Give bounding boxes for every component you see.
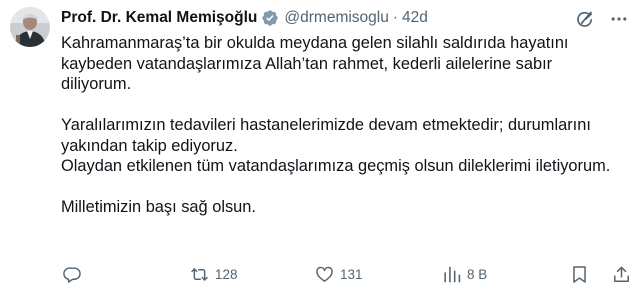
avatar-image (10, 7, 50, 47)
views-chart-icon (444, 266, 461, 282)
tweet-paragraph: Yaralılarımızın tedavileri hastanelerimi… (61, 116, 591, 155)
grok-icon[interactable] (574, 8, 596, 30)
tweet-paragraph: Milletimizin başı sağ olsun. (61, 198, 256, 216)
retweet-button[interactable]: 128 (190, 265, 238, 284)
tweet-header: Prof. Dr. Kemal Memişoğlu @drmemisoglu ·… (61, 7, 630, 29)
views-count: 8 B (467, 266, 488, 282)
retweet-count: 128 (215, 266, 238, 282)
more-horizontal-icon[interactable] (608, 8, 630, 30)
reply-icon (63, 266, 81, 283)
retweet-icon (191, 267, 208, 281)
author-handle[interactable]: @drmemisoglu (284, 9, 388, 27)
reply-button[interactable] (63, 265, 82, 284)
views-button[interactable]: 8 B (442, 265, 487, 284)
header-actions (574, 8, 630, 30)
tweet-paragraph: Kahramanmaraş’ta bir okulda meydana gele… (61, 34, 569, 93)
verified-badge-icon[interactable] (261, 9, 279, 27)
tweet-time[interactable]: 42d (402, 9, 428, 27)
tweet-text: Kahramanmaraş’ta bir okulda meydana gele… (61, 33, 626, 218)
bookmark-button[interactable] (570, 265, 589, 284)
tweet-paragraph: Olaydan etkilenen tüm vatandaşlarımıza g… (61, 157, 611, 175)
avatar[interactable] (10, 7, 50, 47)
tweet: Prof. Dr. Kemal Memişoğlu @drmemisoglu ·… (0, 0, 640, 301)
like-button[interactable]: 131 (315, 265, 363, 284)
share-icon (614, 266, 629, 282)
heart-icon (316, 266, 333, 282)
share-button[interactable] (612, 265, 631, 284)
tweet-actions: 128 131 8 B (61, 262, 630, 286)
separator-dot: · (392, 9, 399, 26)
bookmark-icon (573, 265, 586, 283)
author-name[interactable]: Prof. Dr. Kemal Memişoğlu (61, 9, 257, 27)
like-count: 131 (340, 266, 363, 282)
